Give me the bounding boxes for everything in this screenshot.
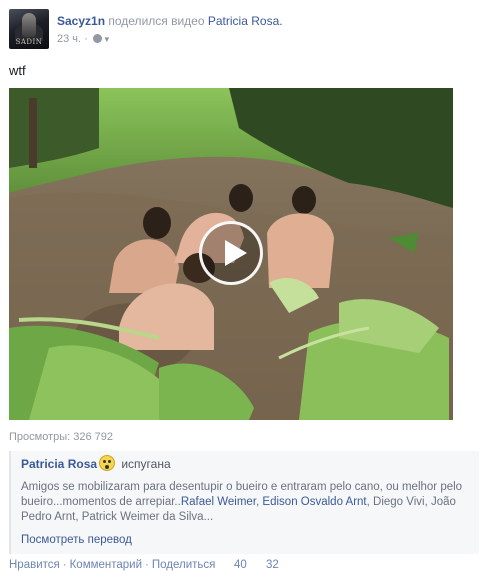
share-button[interactable]: Поделиться [152,559,216,571]
original-post-quote: Patricia Rosa испугана Amigos se mobiliz… [9,451,479,554]
see-translation-link[interactable]: Посмотреть перевод [21,534,132,546]
post-header: Sacyz1n поделился видео Patricia Rosa. [57,14,283,28]
author-link[interactable]: Sacyz1n [57,14,105,28]
meta-separator: · [84,33,88,45]
like-count[interactable]: 40 [234,559,247,571]
tag-link[interactable]: Rafael Weimer [181,496,256,508]
scared-emoji-icon [99,455,115,471]
feeling-label: испугана [121,457,171,471]
avatar[interactable]: SADIN [9,9,49,49]
caret-down-icon[interactable]: ▼ [103,35,111,44]
action-text: поделился видео [108,14,205,28]
post-meta: 23 ч. · ▼ [57,33,111,45]
action-separator: · [145,559,149,571]
avatar-logo-text: SADIN [15,38,43,46]
post-actions: Нравится · Комментарий · Поделиться [9,559,215,571]
play-button[interactable] [199,221,263,285]
comment-button[interactable]: Комментарий [70,559,142,571]
timestamp[interactable]: 23 ч. [57,33,81,45]
feeling-status: испугана [99,455,171,471]
tag-link[interactable]: Edison Osvaldo Arnt [262,496,366,508]
quote-body: Amigos se mobilizaram para desentupir o … [21,481,463,523]
avatar-figure-shape [22,13,36,37]
shared-video-post: SADIN Sacyz1n поделился видео Patricia R… [0,0,491,583]
video-player[interactable] [9,88,453,420]
globe-icon[interactable] [92,34,102,43]
shared-from-link[interactable]: Patricia Rosa. [208,14,283,28]
share-count[interactable]: 32 [266,559,279,571]
post-message: wtf [9,63,26,78]
action-separator: · [62,559,67,571]
quote-author-link[interactable]: Patricia Rosa [21,457,97,471]
view-count: Просмотры: 326 792 [9,431,114,443]
like-button[interactable]: Нравится [9,559,60,571]
